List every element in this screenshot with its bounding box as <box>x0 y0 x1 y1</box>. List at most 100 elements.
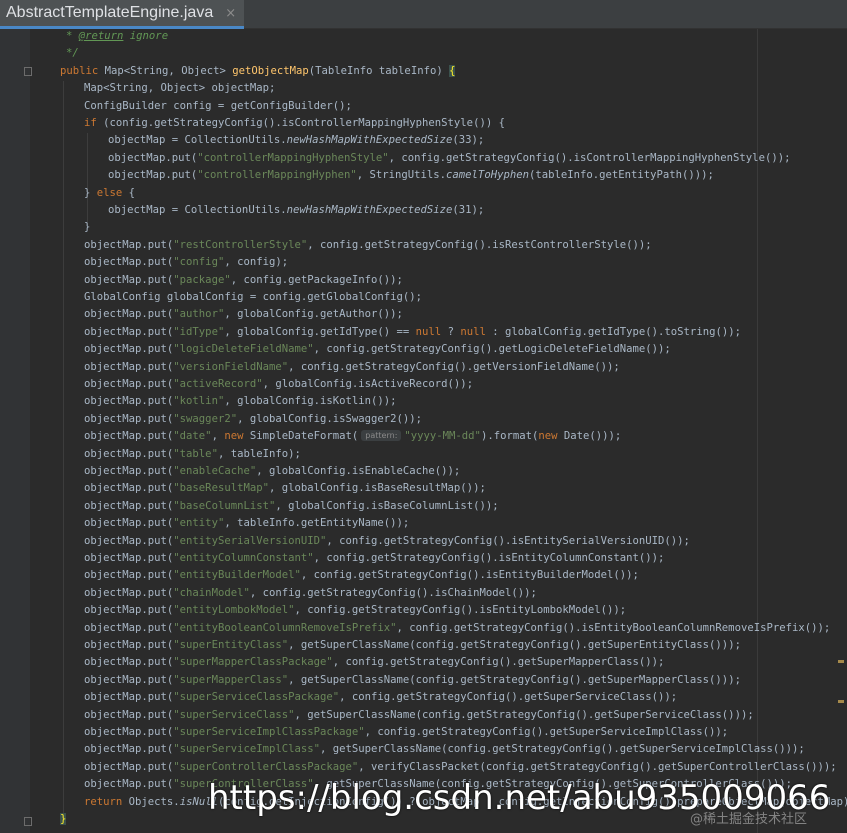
code-token: , config.getStrategyConfig().isEntityBui… <box>300 569 639 582</box>
code-line[interactable]: objectMap.put("superMapperClass", getSup… <box>84 672 741 689</box>
code-line[interactable]: objectMap.put("package", config.getPacka… <box>84 272 403 289</box>
code-token: "entityLombokModel" <box>173 604 295 617</box>
code-token: "superServiceImplClass" <box>173 743 320 756</box>
code-token: camelToHyphen <box>446 169 529 182</box>
code-editor[interactable]: * @return ignore */ public Map<String, Obj… <box>30 29 847 833</box>
code-line[interactable]: objectMap.put("entityColumnConstant", co… <box>84 550 664 567</box>
code-line[interactable]: } else { <box>84 185 135 202</box>
code-line[interactable]: objectMap.put("entityBuilderModel", conf… <box>84 567 639 584</box>
code-token: "superServiceClassPackage" <box>173 691 340 704</box>
code-line[interactable]: objectMap.put("restControllerStyle", con… <box>84 237 652 254</box>
code-line[interactable]: objectMap.put("table", tableInfo); <box>84 446 301 463</box>
code-token: objectMap.put( <box>84 256 174 269</box>
code-line[interactable]: if (config.getStrategyConfig().isControl… <box>84 115 505 132</box>
code-line[interactable]: */ <box>66 45 79 62</box>
code-line[interactable]: objectMap.put("idType", globalConfig.get… <box>84 324 741 341</box>
code-token: objectMap.put( <box>108 169 198 182</box>
code-line[interactable]: objectMap.put("superServiceClassPackage"… <box>84 689 677 706</box>
code-line[interactable]: objectMap.put("superControllerClassPacka… <box>84 759 837 776</box>
code-line[interactable]: public Map<String, Object> getObjectMap(… <box>60 63 456 80</box>
code-token: , globalConfig.getAuthor()); <box>224 308 403 321</box>
code-token: if <box>84 117 104 129</box>
close-icon[interactable]: × <box>225 6 236 21</box>
code-token: "superServiceClass" <box>173 708 295 721</box>
code-token: , globalConfig.isSwagger2()); <box>237 412 423 425</box>
code-line[interactable]: objectMap.put("entity", tableInfo.getEnt… <box>84 515 409 532</box>
code-token: , config.getStrategyConfig().isControlle… <box>388 151 791 164</box>
code-token: Objects. <box>128 795 180 808</box>
code-token: (config.getStrategyConfig().isController… <box>103 117 505 129</box>
code-line[interactable]: objectMap.put("baseColumnList", globalCo… <box>84 498 499 515</box>
code-line[interactable]: objectMap.put("chainModel", config.getSt… <box>84 585 537 602</box>
code-token: } <box>84 221 91 234</box>
code-line[interactable]: objectMap.put("baseResultMap", globalCon… <box>84 480 486 497</box>
code-line[interactable]: objectMap.put("superEntityClass", getSup… <box>84 637 741 654</box>
code-token: return <box>84 795 129 808</box>
code-line[interactable]: } <box>60 811 67 828</box>
code-line[interactable]: objectMap.put("author", globalConfig.get… <box>84 306 403 323</box>
code-token: "entityBooleanColumnRemoveIsPrefix" <box>173 621 397 634</box>
code-line[interactable]: objectMap.put("kotlin", globalConfig.isK… <box>84 393 397 410</box>
code-token: objectMap.put( <box>84 482 174 495</box>
code-line[interactable]: * @return ignore <box>66 28 168 45</box>
code-token: Date())); <box>563 430 622 443</box>
line-gutter[interactable] <box>0 29 32 833</box>
code-token: , config.getStrategyConfig().getSuperSer… <box>364 726 729 738</box>
code-line[interactable]: objectMap.put("versionFieldName", config… <box>84 359 620 376</box>
code-token: objectMap.put( <box>84 273 174 286</box>
code-line[interactable]: objectMap = CollectionUtils.newHashMapWi… <box>108 132 484 149</box>
code-token: (33); <box>452 134 485 147</box>
file-tab[interactable]: AbstractTemplateEngine.java × <box>0 0 245 29</box>
code-line[interactable]: objectMap.put("superServiceImplClassPack… <box>84 724 728 741</box>
code-line[interactable]: Map<String, Object> objectMap; <box>84 80 275 97</box>
code-token: "enableCache" <box>173 465 257 477</box>
code-token: "entity" <box>173 517 225 530</box>
code-token: newHashMapWithExpectedSize <box>286 204 453 216</box>
code-line[interactable]: objectMap.put("entityLombokModel", confi… <box>84 602 626 619</box>
code-token: "yyyy-MM-dd" <box>404 430 481 443</box>
code-line[interactable]: objectMap.put("entityBooleanColumnRemove… <box>84 620 830 637</box>
code-line[interactable]: objectMap.put("activeRecord", globalConf… <box>84 376 473 393</box>
code-line[interactable]: objectMap.put("controllerMappingHyphen",… <box>108 167 714 184</box>
code-token: , config.getStrategyConfig().isRestContr… <box>307 238 652 251</box>
code-line[interactable]: objectMap.put("controllerMappingHyphenSt… <box>108 150 790 167</box>
code-token: objectMap.put( <box>84 308 174 321</box>
code-token: "kotlin" <box>173 395 225 408</box>
code-token: objectMap.put( <box>84 604 174 617</box>
code-token: objectMap.put( <box>108 151 198 164</box>
code-line[interactable]: objectMap.put("date", new SimpleDateForm… <box>84 428 621 445</box>
code-line[interactable]: objectMap.put("swagger2", globalConfig.i… <box>84 411 422 428</box>
code-token: , config.getStrategyConfig().getVersionF… <box>288 360 620 373</box>
code-line[interactable]: objectMap.put("logicDeleteFieldName", co… <box>84 341 671 358</box>
code-line[interactable]: GlobalConfig globalConfig = config.getGl… <box>84 289 422 306</box>
code-line[interactable]: objectMap.put("enableCache", globalConfi… <box>84 463 460 480</box>
code-line[interactable]: objectMap = CollectionUtils.newHashMapWi… <box>108 202 484 219</box>
code-token: { <box>449 64 456 77</box>
code-token: objectMap.put( <box>84 708 174 721</box>
code-token: objectMap.put( <box>84 447 174 460</box>
code-token: objectMap.put( <box>84 569 174 582</box>
code-token: objectMap.put( <box>84 534 174 547</box>
code-token: objectMap.put( <box>84 639 174 651</box>
code-line[interactable]: objectMap.put("superMapperClassPackage",… <box>84 654 664 671</box>
code-line[interactable]: ConfigBuilder config = getConfigBuilder(… <box>84 98 352 115</box>
code-token: newHashMapWithExpectedSize <box>286 134 453 147</box>
code-token: ConfigBuilder config = getConfigBuilder(… <box>84 99 352 112</box>
code-token: { <box>128 186 136 199</box>
code-token: , globalConfig.isKotlin()); <box>224 395 397 408</box>
code-token: "baseColumnList" <box>173 499 276 512</box>
code-token: objectMap.put( <box>84 621 174 634</box>
code-token: Map<String, Object> <box>104 64 233 77</box>
code-token: objectMap.put( <box>84 412 174 425</box>
code-token: objectMap.put( <box>84 499 174 512</box>
code-line[interactable]: objectMap.put("entitySerialVersionUID", … <box>84 533 690 550</box>
code-token: , globalConfig.isBaseResultMap()); <box>268 482 486 495</box>
code-token: objectMap = CollectionUtils. <box>108 134 287 147</box>
code-token: "activeRecord" <box>173 378 263 390</box>
code-line[interactable]: objectMap.put("config", config); <box>84 254 288 271</box>
code-line[interactable]: } <box>84 219 90 236</box>
code-line[interactable]: objectMap.put("superServiceClass", getSu… <box>84 707 754 724</box>
code-token: "date" <box>173 430 212 443</box>
code-token: objectMap.put( <box>84 743 174 756</box>
code-line[interactable]: objectMap.put("superServiceImplClass", g… <box>84 741 805 758</box>
